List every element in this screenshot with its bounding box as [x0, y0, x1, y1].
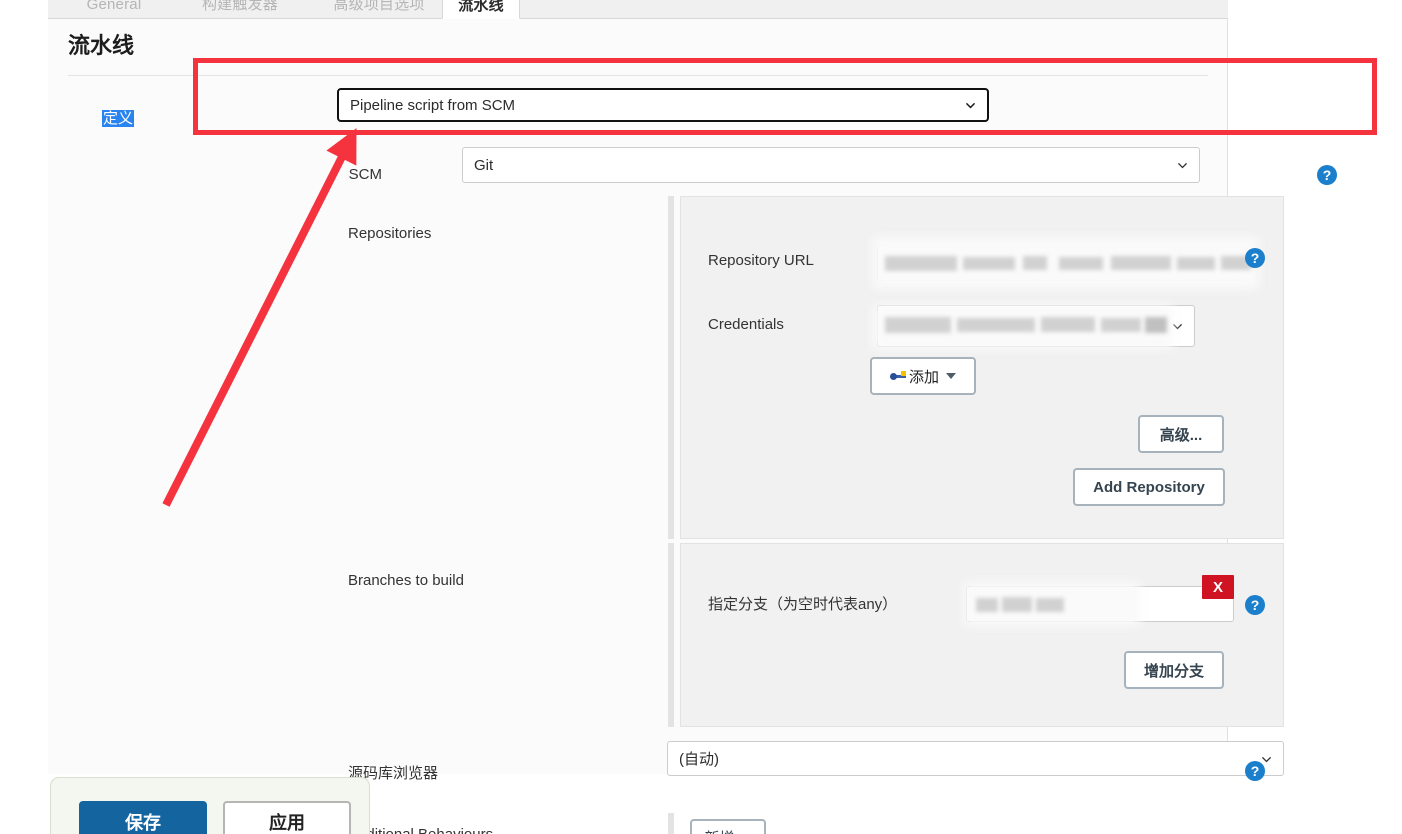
advanced-button-label: 高级... — [1159, 426, 1203, 444]
chevron-down-icon — [1177, 162, 1188, 169]
add-repository-button-label: Add Repository — [1093, 478, 1205, 496]
branches-group: 指定分支（为空时代表any） X 增加分支 — [668, 543, 1284, 727]
branches-label: Branches to build — [348, 572, 464, 589]
jenkins-job-config-page: General 构建触发器 高级项目选项 流水线 流水线 定义 Pipeline… — [0, 0, 1402, 834]
tab-pipeline[interactable]: 流水线 — [442, 0, 520, 19]
save-button[interactable]: 保存 — [79, 801, 207, 834]
key-icon — [889, 370, 907, 382]
chevron-down-icon — [1172, 323, 1183, 330]
branches-help-icon[interactable]: ? — [1245, 595, 1265, 615]
repository-browser-label: 源码库浏览器 — [348, 765, 439, 782]
repository-browser-value: (自动) — [679, 751, 719, 768]
add-credentials-label: 添加 — [908, 368, 939, 386]
pipeline-config-panel: 流水线 定义 Pipeline script from SCM SCM Git … — [48, 19, 1337, 834]
add-behaviour-button[interactable]: 新增 — [690, 819, 766, 834]
scm-select[interactable]: Git — [462, 147, 1200, 183]
add-branch-button[interactable]: 增加分支 — [1124, 651, 1224, 689]
scm-label: SCM — [348, 166, 382, 183]
config-tab-bar: General 构建触发器 高级项目选项 流水线 — [48, 0, 1228, 19]
scm-select-value: Git — [474, 156, 494, 174]
add-repository-button[interactable]: Add Repository — [1073, 468, 1225, 506]
repository-browser-help-icon[interactable]: ? — [1245, 761, 1265, 781]
branches-group-divider — [668, 543, 674, 727]
add-credentials-button[interactable]: 添加 — [870, 357, 976, 395]
repository-url-input[interactable] — [877, 245, 1249, 281]
credentials-select[interactable] — [877, 305, 1195, 347]
branch-specifier-input[interactable] — [966, 586, 1234, 622]
add-branch-button-label: 增加分支 — [1143, 662, 1204, 680]
form-action-bar: 保存 应用 — [50, 777, 370, 834]
additional-behaviours-group: 新增 — [668, 813, 1284, 834]
definition-label: 定义 — [58, 107, 134, 128]
tab-advanced-project-options[interactable]: 高级项目选项 — [310, 0, 448, 19]
branches-group-box: 指定分支（为空时代表any） X 增加分支 — [680, 543, 1284, 727]
scm-help-icon[interactable]: ? — [1317, 165, 1337, 185]
repositories-label: Repositories — [348, 225, 432, 242]
tab-build-triggers[interactable]: 构建触发器 — [180, 0, 300, 19]
repositories-group: Repository URL Credentials 添加 高级... Add … — [668, 196, 1284, 539]
repositories-group-divider — [668, 196, 674, 539]
repositories-group-box: Repository URL Credentials 添加 高级... Add … — [680, 196, 1284, 539]
add-behaviour-button-label: 新增 — [704, 827, 734, 834]
advanced-button[interactable]: 高级... — [1138, 415, 1224, 453]
definition-label-text: 定义 — [101, 110, 134, 127]
definition-select-value: Pipeline script from SCM — [350, 96, 516, 114]
page-title: 流水线 — [68, 33, 135, 58]
repository-url-label: Repository URL — [708, 252, 814, 269]
definition-select[interactable]: Pipeline script from SCM — [337, 88, 989, 122]
apply-button[interactable]: 应用 — [223, 801, 351, 834]
caret-down-icon — [946, 373, 956, 379]
chevron-down-icon — [965, 102, 976, 109]
tab-general[interactable]: General — [60, 0, 168, 19]
delete-branch-button[interactable]: X — [1202, 575, 1234, 599]
branch-specifier-label: 指定分支（为空时代表any） — [708, 596, 898, 613]
credentials-label: Credentials — [708, 316, 784, 333]
additional-behaviours-label: Additional Behaviours — [348, 826, 588, 834]
repositories-help-icon[interactable]: ? — [1245, 248, 1265, 268]
title-divider — [68, 75, 1208, 76]
additional-behaviours-divider — [668, 813, 674, 834]
repository-browser-select[interactable]: (自动) — [667, 741, 1284, 776]
